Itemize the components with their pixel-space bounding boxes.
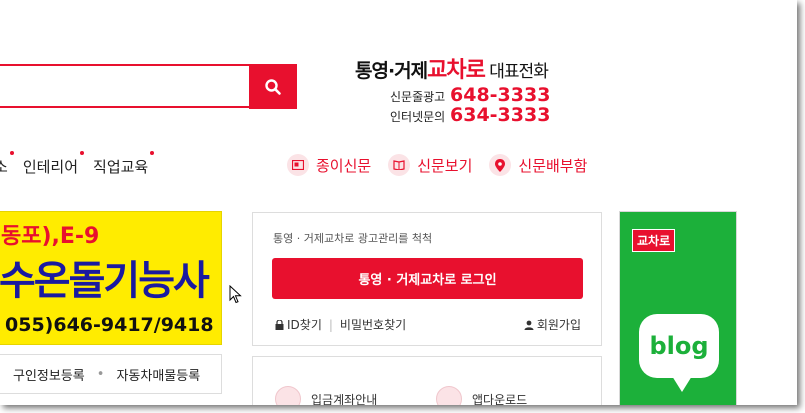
phone-icon — [436, 386, 462, 405]
main-nav: 소 인테리어 직업교육 — [0, 151, 155, 177]
nav-item-label: 직업교육 — [93, 158, 149, 176]
location-pin-icon — [489, 154, 512, 176]
app-download-label: 앱다운로드 — [472, 392, 528, 406]
app-download-link[interactable]: 앱다운로드 — [436, 386, 527, 405]
search-button[interactable] — [249, 64, 297, 109]
banner-line: 동포),E-9 — [1, 224, 100, 249]
account-info-label: 입금계좌안내 — [311, 392, 378, 406]
phone-number: 634-3333 — [450, 104, 551, 126]
brand-logo: 교차로 — [632, 229, 676, 252]
phone-row-inquiry: 인터넷문의 634-3333 — [390, 104, 550, 126]
separator: • — [96, 366, 105, 382]
nav-item-interior[interactable]: 인테리어 — [22, 151, 85, 177]
login-links: ID찾기 | 비밀번호찾기 — [275, 316, 406, 333]
quick-link-view[interactable]: 신문보기 — [388, 154, 472, 176]
new-dot — [80, 151, 85, 155]
page-frame: 통영·거제교차로 대표전화 신문줄광고 648-3333 인터넷문의 634-3… — [0, 0, 797, 405]
find-password-link[interactable]: 비밀번호찾기 — [340, 316, 406, 333]
account-info-link[interactable]: 입금계좌안내 — [275, 386, 377, 405]
find-id-link[interactable]: ID찾기 — [287, 316, 322, 333]
ad-banner[interactable]: 동포),E-9 수온돌기능사 055)646-9417/9418 — [0, 211, 222, 345]
phone-label: 인터넷문의 — [390, 110, 446, 124]
login-button[interactable]: 통영 · 거제교차로 로그인 — [272, 258, 583, 299]
banner-phone: 055)646-9417/9418 — [5, 314, 214, 336]
nav-item-label: 인테리어 — [22, 158, 79, 176]
user-icon — [524, 320, 534, 330]
service-panel: 입금계좌안내 앱다운로드 — [252, 356, 602, 405]
phone-title-region: 통영·거제 — [355, 60, 428, 82]
bubble-tail — [672, 376, 692, 392]
phone-number: 648-3333 — [450, 84, 551, 106]
phone-row-ads: 신문줄광고 648-3333 — [390, 84, 550, 106]
search-input[interactable] — [0, 64, 249, 108]
bank-card-icon — [275, 386, 301, 405]
phone-label: 신문줄광고 — [390, 90, 446, 104]
job-info-register-link[interactable]: 구인정보등록 — [13, 365, 85, 384]
blog-label: blog — [649, 332, 709, 360]
quick-link-label: 신문보기 — [417, 156, 473, 175]
new-dot — [9, 151, 14, 155]
phone-title-suffix: 대표전화 — [484, 62, 549, 82]
login-panel: 통영 · 거제교차로 광고관리를 척척 통영 · 거제교차로 로그인 ID찾기 … — [252, 212, 602, 346]
search-icon — [265, 78, 281, 95]
quick-links: 종이신문 신문보기 신문배부함 — [287, 154, 587, 176]
nav-item-label: 소 — [0, 158, 8, 176]
blog-icon: blog — [639, 314, 719, 378]
representative-phone: 통영·거제교차로 대표전화 신문줄광고 648-3333 인터넷문의 634-3… — [355, 52, 595, 126]
lock-icon — [275, 319, 284, 330]
newspaper-icon — [287, 154, 309, 176]
book-icon — [388, 154, 411, 176]
car-listing-register-link[interactable]: 자동차매물등록 — [116, 365, 200, 384]
quick-link-label: 종이신문 — [316, 156, 372, 175]
nav-item-job-training[interactable]: 직업교육 — [93, 151, 155, 177]
banner-headline: 수온돌기능사 — [0, 258, 210, 304]
phone-title: 통영·거제교차로 대표전화 — [355, 52, 595, 84]
nav-item[interactable]: 소 — [0, 151, 14, 177]
phone-title-brand: 교차로 — [427, 58, 486, 83]
quick-link-distribution-box[interactable]: 신문배부함 — [489, 154, 587, 176]
quick-link-label: 신문배부함 — [518, 156, 588, 175]
quick-link-paper[interactable]: 종이신문 — [287, 154, 371, 176]
registration-links: 구인정보등록 • 자동차매물등록 — [0, 354, 222, 394]
blog-banner[interactable]: 교차로 blog — [619, 211, 737, 405]
new-dot — [150, 151, 155, 155]
join-link[interactable]: 회원가입 — [524, 316, 581, 333]
login-title: 통영 · 거제교차로 광고관리를 척척 — [273, 232, 433, 245]
join-label: 회원가입 — [536, 318, 581, 332]
divider: | — [328, 317, 333, 332]
mouse-cursor-icon — [229, 285, 242, 304]
